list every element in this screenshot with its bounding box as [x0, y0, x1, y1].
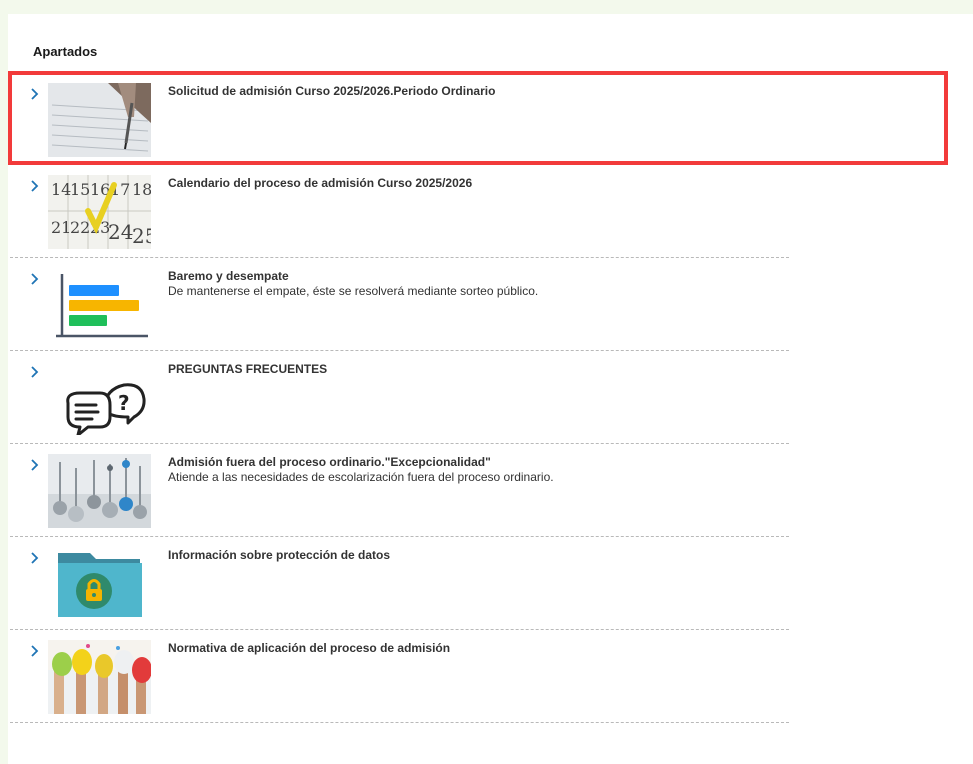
svg-text:21: 21: [51, 218, 71, 237]
locked-folder-icon[interactable]: [48, 547, 151, 621]
item-title[interactable]: Normativa de aplicación del proceso de a…: [168, 641, 768, 656]
item-title[interactable]: Baremo y desempate: [168, 269, 768, 284]
svg-text:14: 14: [51, 180, 71, 199]
list-item-excepcionalidad[interactable]: Admisión fuera del proceso ordinario."Ex…: [10, 444, 789, 537]
list-item-solicitud[interactable]: Solicitud de admisión Curso 2025/2026.Pe…: [10, 73, 789, 165]
svg-text:15: 15: [70, 180, 90, 199]
sections-list: Solicitud de admisión Curso 2025/2026.Pe…: [8, 73, 789, 723]
chevron-right-icon[interactable]: [28, 87, 42, 101]
list-item-preguntas[interactable]: ? PREGUNTAS FRECUENTES: [10, 351, 789, 444]
item-description: Atiende a las necesidades de escolarizac…: [168, 470, 554, 484]
calendar-thumbnail[interactable]: 1415161718 212223 2425: [48, 175, 151, 249]
painted-hands-thumbnail[interactable]: [48, 640, 151, 714]
item-title[interactable]: Admisión fuera del proceso ordinario."Ex…: [168, 455, 768, 470]
item-title[interactable]: Solicitud de admisión Curso 2025/2026.Pe…: [168, 84, 768, 99]
content-panel: Apartados Solicitud de admisión Curso 20…: [8, 14, 973, 764]
bar-chart-icon[interactable]: [48, 268, 151, 342]
section-title: Apartados: [33, 44, 98, 59]
question-chat-icon[interactable]: ?: [48, 361, 151, 435]
item-title[interactable]: PREGUNTAS FRECUENTES: [168, 362, 768, 377]
list-item-normativa[interactable]: Normativa de aplicación del proceso de a…: [10, 630, 789, 723]
item-title[interactable]: Información sobre protección de datos: [168, 548, 768, 563]
svg-text:24: 24: [108, 220, 133, 244]
svg-text:18: 18: [132, 180, 151, 199]
svg-text:25: 25: [132, 224, 151, 248]
svg-text:?: ?: [118, 391, 130, 415]
form-writing-thumbnail[interactable]: [48, 83, 151, 157]
chevron-right-icon[interactable]: [28, 272, 42, 286]
pins-thumbnail[interactable]: [48, 454, 151, 528]
chevron-right-icon[interactable]: [28, 365, 42, 379]
chevron-right-icon[interactable]: [28, 551, 42, 565]
item-description: De mantenerse el empate, éste se resolve…: [168, 284, 539, 298]
item-title[interactable]: Calendario del proceso de admisión Curso…: [168, 176, 768, 191]
svg-text:22: 22: [70, 218, 90, 237]
list-item-calendario[interactable]: 1415161718 212223 2425 Calendario del pr…: [10, 165, 789, 258]
chevron-right-icon[interactable]: [28, 179, 42, 193]
chevron-right-icon[interactable]: [28, 644, 42, 658]
list-item-proteccion-datos[interactable]: Información sobre protección de datos: [10, 537, 789, 630]
list-item-baremo[interactable]: Baremo y desempate De mantenerse el empa…: [10, 258, 789, 351]
chevron-right-icon[interactable]: [28, 458, 42, 472]
